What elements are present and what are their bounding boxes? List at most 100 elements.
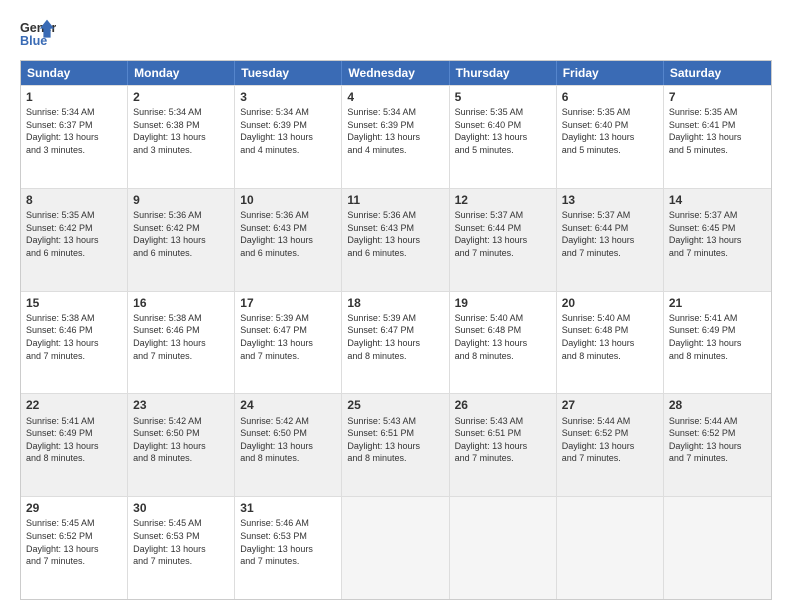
cell-info: Sunrise: 5:43 AMSunset: 6:51 PMDaylight:… (455, 415, 551, 465)
day-number: 25 (347, 397, 443, 413)
day-number: 9 (133, 192, 229, 208)
calendar-cell (450, 497, 557, 599)
calendar-cell: 16Sunrise: 5:38 AMSunset: 6:46 PMDayligh… (128, 292, 235, 394)
day-number: 19 (455, 295, 551, 311)
calendar-cell: 6Sunrise: 5:35 AMSunset: 6:40 PMDaylight… (557, 86, 664, 188)
logo: General Blue (20, 16, 56, 52)
cell-info: Sunrise: 5:34 AMSunset: 6:38 PMDaylight:… (133, 106, 229, 156)
cell-info: Sunrise: 5:45 AMSunset: 6:52 PMDaylight:… (26, 517, 122, 567)
calendar: SundayMondayTuesdayWednesdayThursdayFrid… (20, 60, 772, 600)
calendar-row: 22Sunrise: 5:41 AMSunset: 6:49 PMDayligh… (21, 393, 771, 496)
day-number: 5 (455, 89, 551, 105)
calendar-cell: 12Sunrise: 5:37 AMSunset: 6:44 PMDayligh… (450, 189, 557, 291)
calendar-cell: 25 Sunrise: 5:43 AMSunset: 6:51 PMDayligh… (342, 394, 449, 496)
calendar-cell: 24 Sunrise: 5:42 AMSunset: 6:50 PMDayligh… (235, 394, 342, 496)
calendar-cell: 13Sunrise: 5:37 AMSunset: 6:44 PMDayligh… (557, 189, 664, 291)
cell-info: Sunrise: 5:38 AMSunset: 6:46 PMDaylight:… (26, 312, 122, 362)
day-number: 13 (562, 192, 658, 208)
day-number: 10 (240, 192, 336, 208)
day-number: 21 (669, 295, 766, 311)
calendar-cell: 1Sunrise: 5:34 AMSunset: 6:37 PMDaylight… (21, 86, 128, 188)
calendar-cell: 17Sunrise: 5:39 AMSunset: 6:47 PMDayligh… (235, 292, 342, 394)
svg-text:Blue: Blue (20, 34, 47, 48)
calendar-cell: 15Sunrise: 5:38 AMSunset: 6:46 PMDayligh… (21, 292, 128, 394)
calendar-cell: 21Sunrise: 5:41 AMSunset: 6:49 PMDayligh… (664, 292, 771, 394)
day-number: 20 (562, 295, 658, 311)
cell-info: Sunrise: 5:46 AMSunset: 6:53 PMDaylight:… (240, 517, 336, 567)
cell-info: Sunrise: 5:42 AMSunset: 6:50 PMDaylight:… (240, 415, 336, 465)
cell-info: Sunrise: 5:35 AMSunset: 6:41 PMDaylight:… (669, 106, 766, 156)
calendar-cell: 8Sunrise: 5:35 AMSunset: 6:42 PMDaylight… (21, 189, 128, 291)
cell-info: Sunrise: 5:37 AMSunset: 6:44 PMDaylight:… (562, 209, 658, 259)
day-number: 6 (562, 89, 658, 105)
cell-info: Sunrise: 5:40 AMSunset: 6:48 PMDaylight:… (455, 312, 551, 362)
calendar-cell: 18Sunrise: 5:39 AMSunset: 6:47 PMDayligh… (342, 292, 449, 394)
day-number: 8 (26, 192, 122, 208)
weekday-header: Wednesday (342, 61, 449, 85)
page: General Blue SundayMondayTuesdayWednesda… (0, 0, 792, 612)
weekday-header: Saturday (664, 61, 771, 85)
calendar-cell: 4Sunrise: 5:34 AMSunset: 6:39 PMDaylight… (342, 86, 449, 188)
calendar-cell (342, 497, 449, 599)
cell-info: Sunrise: 5:39 AMSunset: 6:47 PMDaylight:… (347, 312, 443, 362)
calendar-cell: 19Sunrise: 5:40 AMSunset: 6:48 PMDayligh… (450, 292, 557, 394)
calendar-row: 8Sunrise: 5:35 AMSunset: 6:42 PMDaylight… (21, 188, 771, 291)
calendar-cell: 22Sunrise: 5:41 AMSunset: 6:49 PMDayligh… (21, 394, 128, 496)
day-number: 1 (26, 89, 122, 105)
day-number: 16 (133, 295, 229, 311)
day-number: 11 (347, 192, 443, 208)
day-number: 3 (240, 89, 336, 105)
calendar-cell: 28 Sunrise: 5:44 AMSunset: 6:52 PMDayligh… (664, 394, 771, 496)
cell-info: Sunrise: 5:40 AMSunset: 6:48 PMDaylight:… (562, 312, 658, 362)
calendar-cell (557, 497, 664, 599)
calendar-row: 15Sunrise: 5:38 AMSunset: 6:46 PMDayligh… (21, 291, 771, 394)
day-number: 15 (26, 295, 122, 311)
day-number: 22 (26, 397, 122, 413)
calendar-cell: 26 Sunrise: 5:43 AMSunset: 6:51 PMDayligh… (450, 394, 557, 496)
day-number: 29 (26, 500, 122, 516)
calendar-cell: 31Sunrise: 5:46 AMSunset: 6:53 PMDayligh… (235, 497, 342, 599)
day-number: 27 (562, 397, 658, 413)
day-number: 30 (133, 500, 229, 516)
day-number: 31 (240, 500, 336, 516)
calendar-cell: 27 Sunrise: 5:44 AMSunset: 6:52 PMDayligh… (557, 394, 664, 496)
day-number: 17 (240, 295, 336, 311)
weekday-header: Sunday (21, 61, 128, 85)
day-number: 28 (669, 397, 766, 413)
cell-info: Sunrise: 5:38 AMSunset: 6:46 PMDaylight:… (133, 312, 229, 362)
calendar-cell: 7Sunrise: 5:35 AMSunset: 6:41 PMDaylight… (664, 86, 771, 188)
calendar-row: 29Sunrise: 5:45 AMSunset: 6:52 PMDayligh… (21, 496, 771, 599)
calendar-body: 1Sunrise: 5:34 AMSunset: 6:37 PMDaylight… (21, 85, 771, 599)
day-number: 7 (669, 89, 766, 105)
cell-info: Sunrise: 5:45 AMSunset: 6:53 PMDaylight:… (133, 517, 229, 567)
calendar-cell: 29Sunrise: 5:45 AMSunset: 6:52 PMDayligh… (21, 497, 128, 599)
cell-info: Sunrise: 5:35 AMSunset: 6:40 PMDaylight:… (455, 106, 551, 156)
cell-info: Sunrise: 5:44 AMSunset: 6:52 PMDaylight:… (562, 415, 658, 465)
cell-info: Sunrise: 5:34 AMSunset: 6:37 PMDaylight:… (26, 106, 122, 156)
logo-icon: General Blue (20, 16, 56, 52)
day-number: 14 (669, 192, 766, 208)
day-number: 2 (133, 89, 229, 105)
calendar-cell: 14Sunrise: 5:37 AMSunset: 6:45 PMDayligh… (664, 189, 771, 291)
day-number: 24 (240, 397, 336, 413)
calendar-cell: 20Sunrise: 5:40 AMSunset: 6:48 PMDayligh… (557, 292, 664, 394)
weekday-header: Thursday (450, 61, 557, 85)
cell-info: Sunrise: 5:39 AMSunset: 6:47 PMDaylight:… (240, 312, 336, 362)
cell-info: Sunrise: 5:41 AMSunset: 6:49 PMDaylight:… (669, 312, 766, 362)
calendar-cell: 5Sunrise: 5:35 AMSunset: 6:40 PMDaylight… (450, 86, 557, 188)
header: General Blue (20, 16, 772, 52)
weekday-header: Monday (128, 61, 235, 85)
cell-info: Sunrise: 5:44 AMSunset: 6:52 PMDaylight:… (669, 415, 766, 465)
calendar-cell (664, 497, 771, 599)
calendar-cell: 11Sunrise: 5:36 AMSunset: 6:43 PMDayligh… (342, 189, 449, 291)
calendar-cell: 2Sunrise: 5:34 AMSunset: 6:38 PMDaylight… (128, 86, 235, 188)
calendar-cell: 10Sunrise: 5:36 AMSunset: 6:43 PMDayligh… (235, 189, 342, 291)
day-number: 18 (347, 295, 443, 311)
cell-info: Sunrise: 5:35 AMSunset: 6:42 PMDaylight:… (26, 209, 122, 259)
day-number: 26 (455, 397, 551, 413)
day-number: 12 (455, 192, 551, 208)
cell-info: Sunrise: 5:43 AMSunset: 6:51 PMDaylight:… (347, 415, 443, 465)
calendar-cell: 3Sunrise: 5:34 AMSunset: 6:39 PMDaylight… (235, 86, 342, 188)
cell-info: Sunrise: 5:35 AMSunset: 6:40 PMDaylight:… (562, 106, 658, 156)
cell-info: Sunrise: 5:34 AMSunset: 6:39 PMDaylight:… (347, 106, 443, 156)
